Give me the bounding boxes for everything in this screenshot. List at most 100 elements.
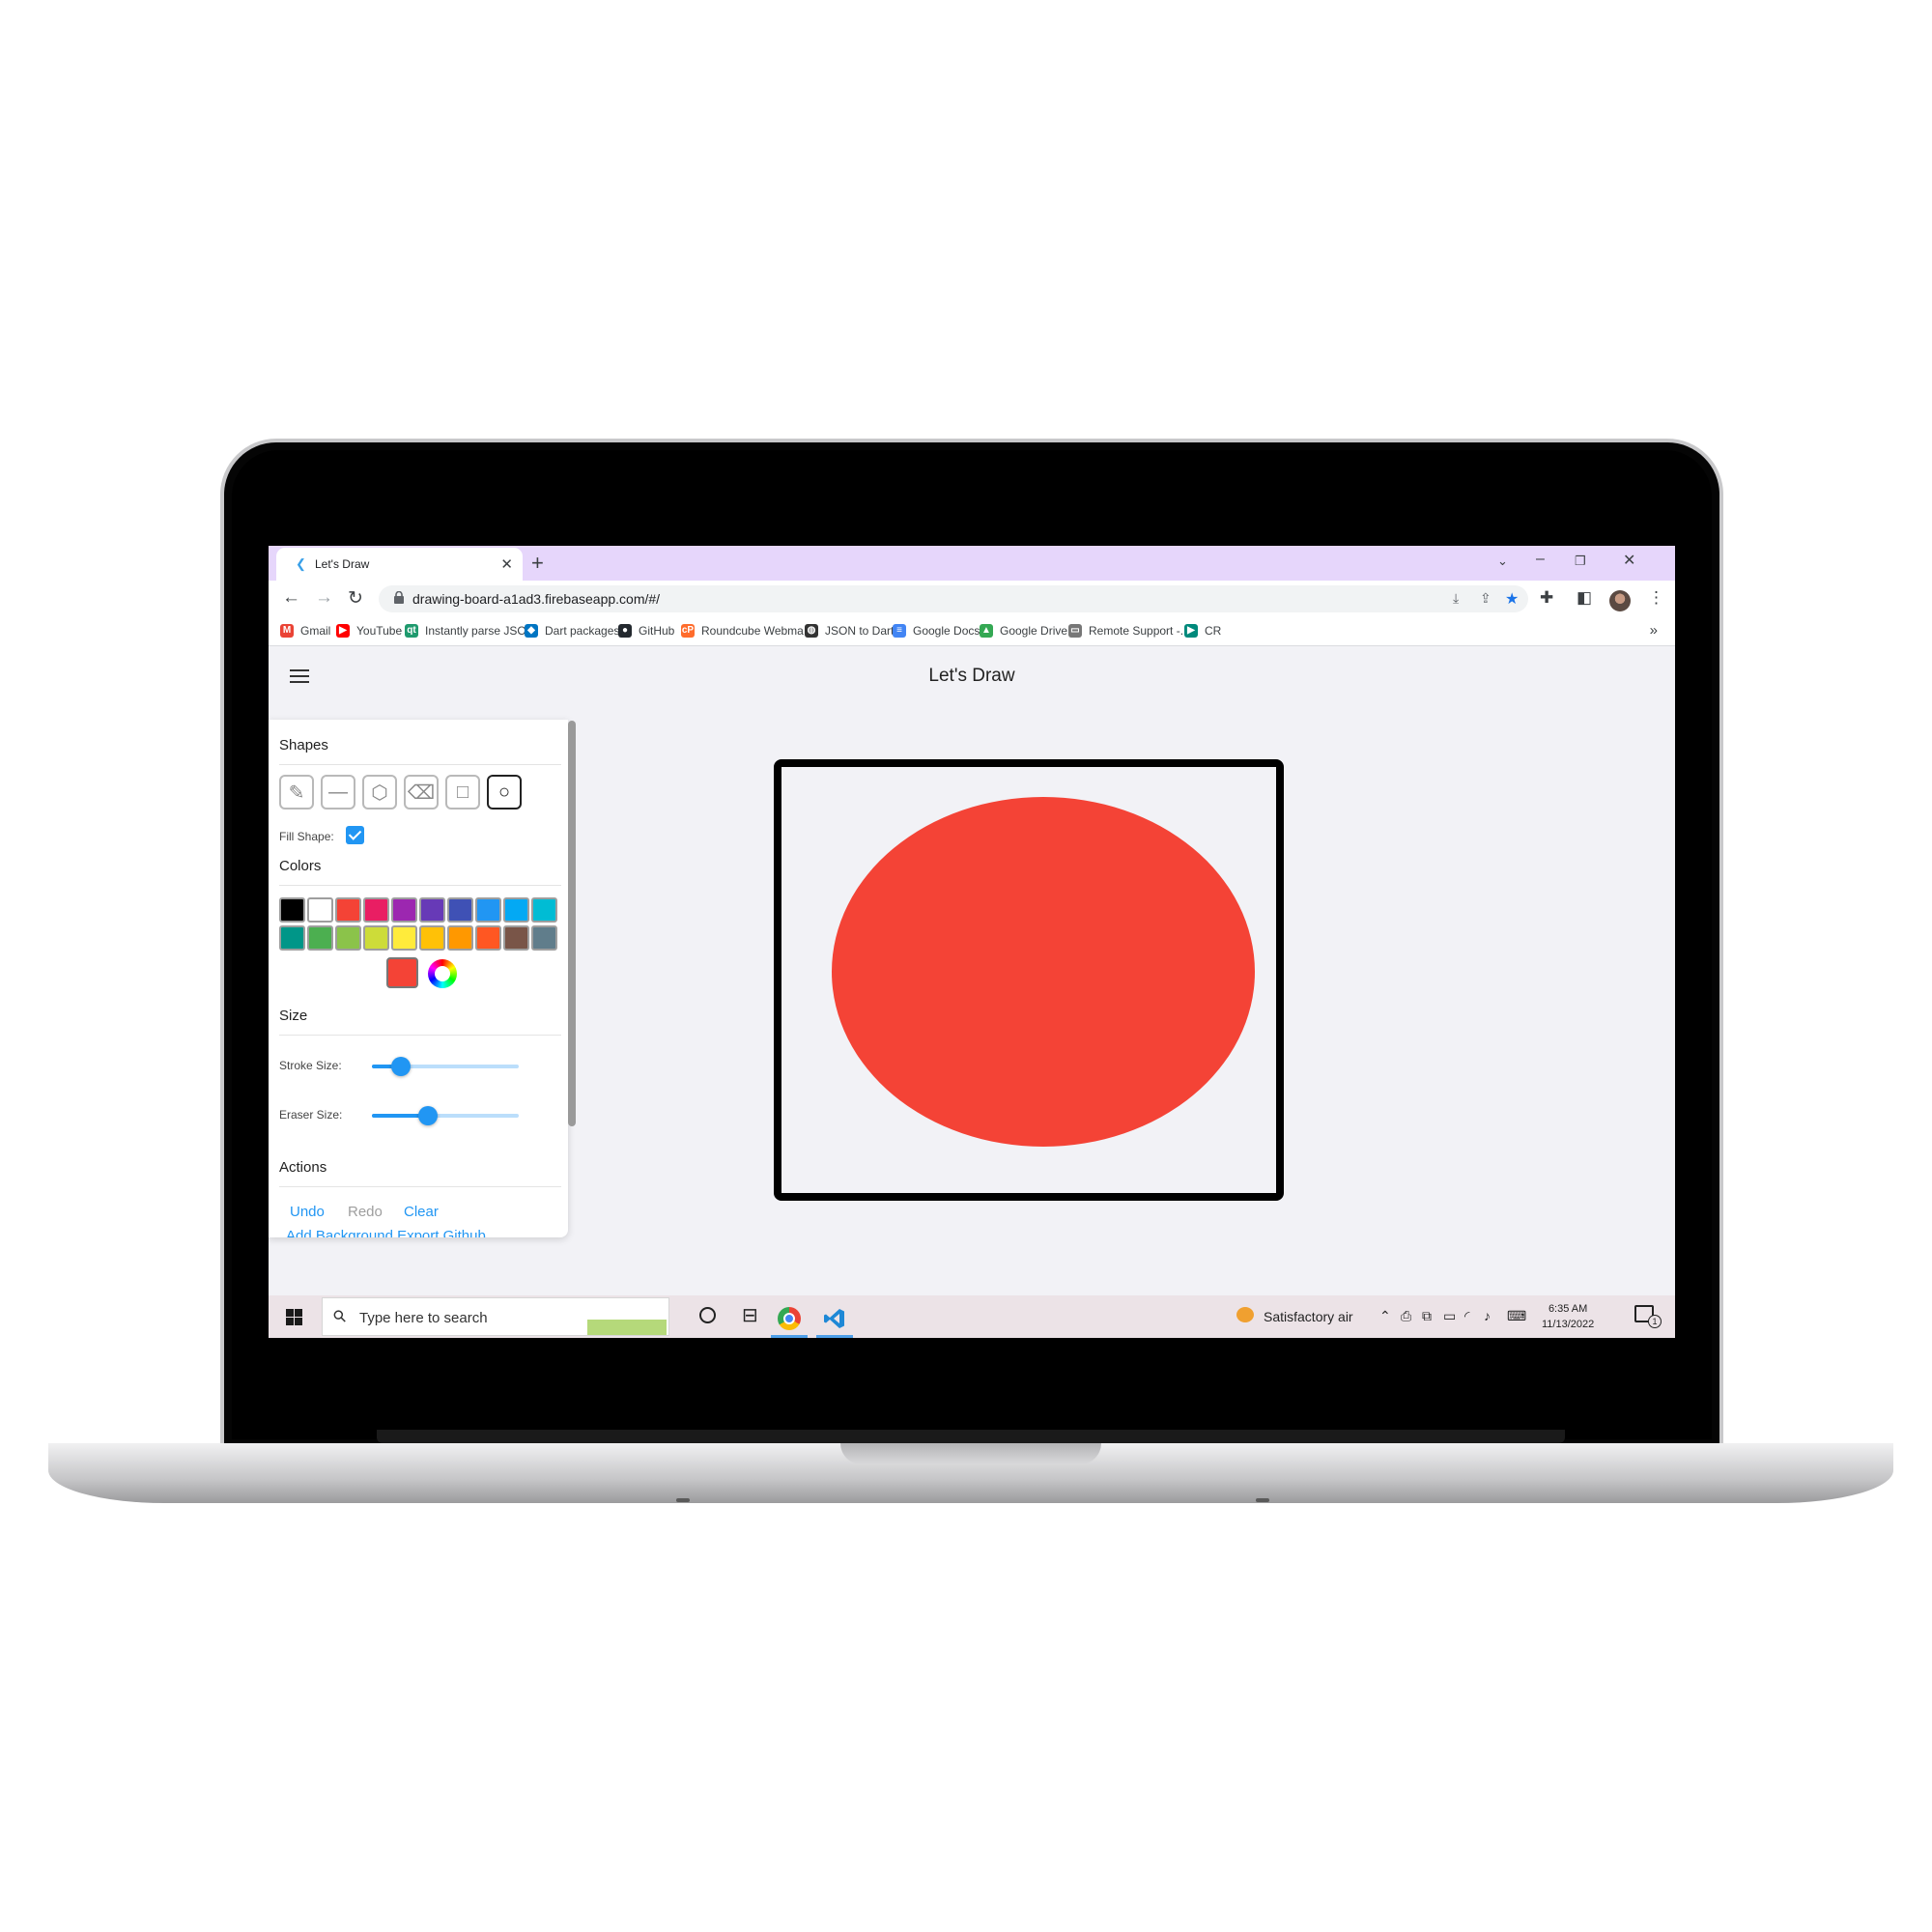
- bookmark-item[interactable]: ▶ YouTube: [336, 624, 402, 638]
- bookmark-item[interactable]: ▲ Google Drive: [980, 624, 1067, 638]
- color-swatch[interactable]: [279, 897, 305, 923]
- wifi-icon[interactable]: ◜: [1464, 1308, 1469, 1324]
- color-swatch[interactable]: [279, 925, 305, 951]
- color-swatch[interactable]: [419, 897, 445, 923]
- color-swatch[interactable]: [503, 925, 529, 951]
- drawn-ellipse: [832, 797, 1255, 1147]
- cortana-icon[interactable]: [699, 1307, 716, 1323]
- forward-icon[interactable]: →: [315, 587, 333, 609]
- bookmarks-overflow-icon[interactable]: »: [1650, 622, 1658, 639]
- volume-icon[interactable]: ♪: [1484, 1308, 1491, 1323]
- bookmark-star-icon[interactable]: ★: [1505, 589, 1519, 609]
- eraser-tool-button[interactable]: ⌫: [404, 775, 439, 810]
- show-hidden-icons[interactable]: ⌃: [1379, 1308, 1391, 1324]
- bookmark-item[interactable]: ◆ Dart packages: [525, 624, 619, 638]
- color-swatch[interactable]: [335, 925, 361, 951]
- clear-button[interactable]: Clear: [404, 1204, 439, 1220]
- share-icon[interactable]: ⇪: [1480, 590, 1492, 607]
- battery-icon[interactable]: ▭: [1443, 1308, 1456, 1324]
- stroke-size-thumb[interactable]: [391, 1057, 412, 1076]
- install-icon[interactable]: ⤓: [1453, 590, 1459, 607]
- rectangle-tool-button[interactable]: □: [445, 775, 480, 810]
- polygon-tool-button[interactable]: ⬡: [362, 775, 397, 810]
- eraser-size-slider[interactable]: [372, 1106, 519, 1125]
- line-tool-button[interactable]: —: [321, 775, 355, 810]
- extensions-icon[interactable]: ✚: [1540, 588, 1553, 608]
- tab-lets-draw[interactable]: ❮ Let's Draw ✕: [276, 548, 523, 581]
- back-icon[interactable]: ←: [282, 587, 300, 609]
- side-panel-icon[interactable]: ◧: [1577, 588, 1592, 608]
- task-view-icon[interactable]: ⊟: [742, 1303, 758, 1327]
- bookmark-item[interactable]: ▭ Remote Support -...: [1068, 624, 1190, 638]
- pencil-tool-button[interactable]: ✎: [279, 775, 314, 810]
- polygon-icon: ⬡: [371, 781, 388, 804]
- redo-button[interactable]: Redo: [348, 1204, 383, 1220]
- weather-text[interactable]: Satisfactory air: [1264, 1309, 1353, 1324]
- color-swatch[interactable]: [447, 897, 473, 923]
- bookmark-item[interactable]: ● GitHub: [618, 624, 674, 638]
- shapes-title: Shapes: [279, 737, 328, 753]
- bookmark-item[interactable]: ▶ CR: [1184, 624, 1221, 638]
- quicktype-icon: qt: [405, 624, 418, 638]
- bookmark-item[interactable]: qt Instantly parse JSO...: [405, 624, 536, 638]
- clock[interactable]: 6:35 AM 11/13/2022: [1542, 1301, 1594, 1332]
- google-meet-icon: ▶: [1184, 624, 1198, 638]
- taskbar-search[interactable]: ⚲ Type here to search: [322, 1297, 669, 1336]
- color-swatch[interactable]: [307, 925, 333, 951]
- menu-icon[interactable]: ⋮: [1648, 588, 1664, 608]
- circle-tool-button[interactable]: ○: [487, 775, 522, 810]
- window-close-icon[interactable]: ✕: [1623, 551, 1635, 570]
- meet-now-icon[interactable]: ⎙: [1401, 1308, 1411, 1324]
- color-swatch[interactable]: [531, 897, 557, 923]
- color-swatch[interactable]: [363, 925, 389, 951]
- new-tab-button[interactable]: +: [531, 551, 544, 576]
- vscode-taskbar-button[interactable]: [814, 1299, 855, 1338]
- screen: ❮ Let's Draw ✕ + ⌄ – ❐ ✕ ← → ↻ drawing-b…: [269, 546, 1675, 1338]
- chrome-taskbar-button[interactable]: [769, 1299, 810, 1338]
- laptop-hinge: [377, 1430, 1565, 1443]
- windows-start-icon[interactable]: [286, 1309, 302, 1325]
- tab-search-icon[interactable]: ⌄: [1497, 554, 1508, 569]
- bookmark-item[interactable]: M Gmail: [280, 624, 330, 638]
- color-wheel-icon[interactable]: [428, 959, 457, 988]
- more-actions-row[interactable]: Add Background Export Github: [286, 1228, 486, 1237]
- fill-shape-checkbox[interactable]: [346, 826, 364, 844]
- color-swatch[interactable]: [307, 897, 333, 923]
- reload-icon[interactable]: ↻: [348, 587, 363, 610]
- size-title: Size: [279, 1008, 308, 1024]
- close-tab-icon[interactable]: ✕: [500, 555, 513, 573]
- bookmark-item[interactable]: cP Roundcube Webma...: [681, 624, 813, 638]
- color-swatch[interactable]: [503, 897, 529, 923]
- color-swatch[interactable]: [335, 897, 361, 923]
- color-swatch[interactable]: [391, 897, 417, 923]
- panel-scrollbar[interactable]: [568, 721, 576, 1126]
- color-swatch[interactable]: [363, 897, 389, 923]
- profile-avatar[interactable]: [1609, 590, 1631, 611]
- bookmark-item[interactable]: ≡ Google Docs: [893, 624, 980, 638]
- color-swatch[interactable]: [447, 925, 473, 951]
- color-swatch[interactable]: [531, 925, 557, 951]
- weather-icon[interactable]: [1236, 1307, 1254, 1322]
- divider: [279, 885, 561, 886]
- vscode-icon: [824, 1309, 844, 1328]
- stroke-size-slider[interactable]: [372, 1057, 519, 1076]
- restore-icon[interactable]: ❐: [1575, 554, 1586, 569]
- color-swatch[interactable]: [475, 897, 501, 923]
- drawing-canvas[interactable]: [774, 759, 1284, 1201]
- device-icon[interactable]: ⧉: [1422, 1308, 1432, 1324]
- color-swatch[interactable]: [419, 925, 445, 951]
- minimize-icon[interactable]: –: [1536, 551, 1545, 568]
- eraser-size-thumb[interactable]: [417, 1106, 438, 1125]
- tools-panel: Shapes ✎ — ⬡ ⌫ □ ○ Fill Shape: Colors Size St…: [269, 720, 568, 1237]
- color-swatch[interactable]: [391, 925, 417, 951]
- keyboard-icon[interactable]: ⌨: [1507, 1308, 1526, 1324]
- bookmark-item[interactable]: ◍ JSON to Dart: [805, 624, 894, 638]
- eraser-size-label: Eraser Size:: [279, 1108, 343, 1122]
- selected-color-preview[interactable]: [386, 957, 418, 988]
- circle-icon: ○: [497, 781, 511, 803]
- bookmark-label: GitHub: [639, 624, 675, 638]
- color-swatch[interactable]: [475, 925, 501, 951]
- undo-button[interactable]: Undo: [290, 1204, 325, 1220]
- address-bar[interactable]: drawing-board-a1ad3.firebaseapp.com/#/ ⤓…: [379, 585, 1528, 612]
- search-placeholder: Type here to search: [359, 1310, 488, 1326]
